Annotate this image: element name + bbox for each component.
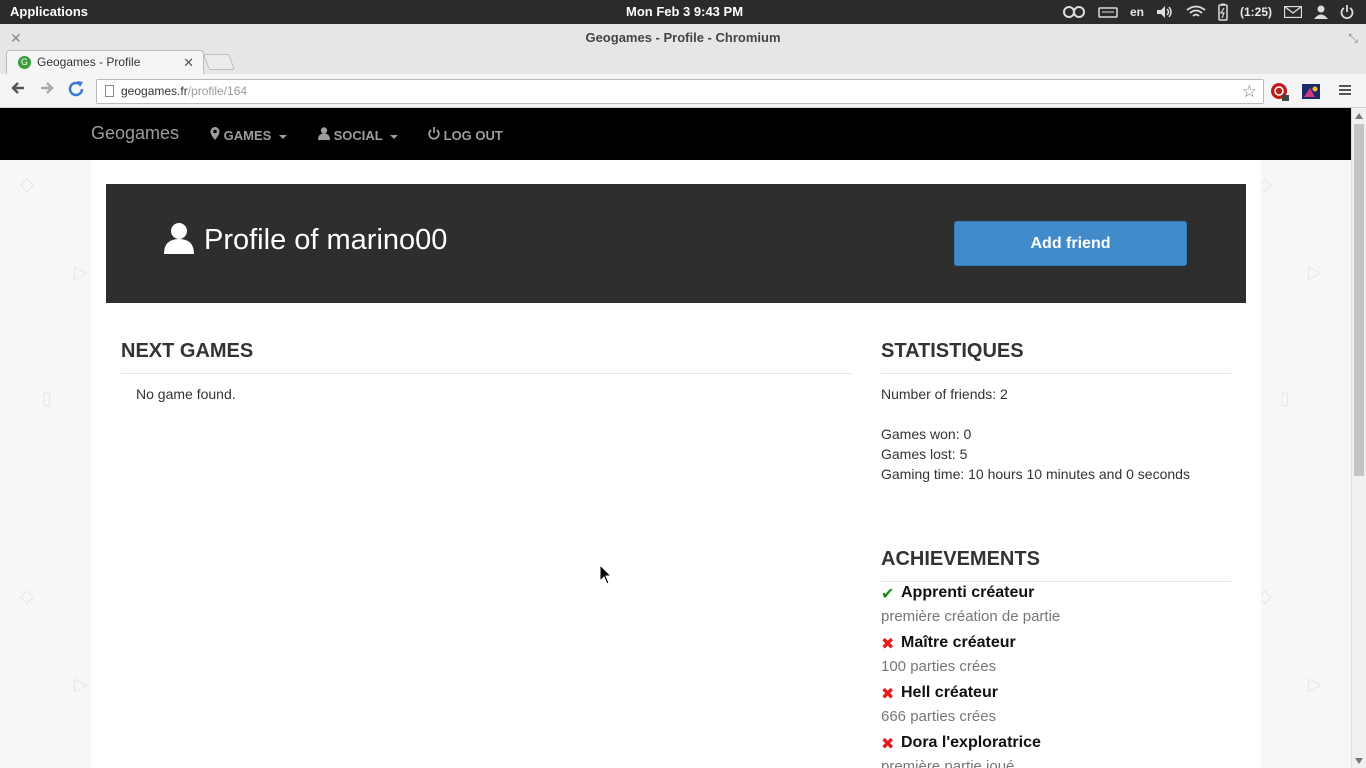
next-games-heading: NEXT GAMES — [121, 340, 254, 362]
nav-games[interactable]: GAMES — [210, 127, 287, 143]
mail-icon[interactable] — [1284, 0, 1302, 24]
battery-time[interactable]: (1:25) — [1240, 0, 1272, 24]
page-viewport: ◇ ▷ ▯ ◇ ▷ ◇ ▷ ▯ ◇ ▷ Geogames GAMES SOCIA… — [0, 108, 1351, 768]
divider — [121, 373, 851, 374]
games-won: Games won: 0 — [881, 426, 972, 442]
scroll-up-icon[interactable] — [1355, 113, 1363, 119]
window-close-icon[interactable]: ✕ — [10, 24, 22, 52]
achievement-desc: 100 parties crées — [881, 658, 997, 675]
bookmark-star-icon[interactable]: ☆ — [1242, 80, 1257, 103]
nav-social[interactable]: SOCIAL — [318, 127, 399, 143]
nav-social-label: SOCIAL — [333, 128, 383, 143]
achievement-item: ✖ Dora l'exploratrice — [881, 734, 1041, 753]
url-path: /profile/164 — [187, 84, 248, 98]
chrome-menu-icon[interactable] — [1337, 82, 1357, 102]
nav-games-label: GAMES — [223, 128, 272, 143]
achievement-name: Apprenti créateur — [901, 584, 1035, 601]
page-scrollbar[interactable] — [1351, 108, 1366, 768]
achievement-desc: 666 parties crées — [881, 708, 997, 725]
achievement-name: Dora l'exploratrice — [901, 734, 1041, 751]
tab-close-icon[interactable]: ✕ — [183, 51, 194, 74]
geogames-favicon-icon: G — [18, 56, 31, 69]
stats-heading: STATISTIQUES — [881, 340, 1024, 362]
os-top-panel: Applications Mon Feb 3 9:43 PM en (1:25) — [0, 0, 1366, 24]
nav-logout[interactable]: LOG OUT — [428, 127, 503, 143]
cross-icon: ✖ — [881, 736, 895, 753]
add-friend-button[interactable]: Add friend — [954, 221, 1187, 266]
tab-geogames-profile[interactable]: G Geogames - Profile ✕ — [6, 50, 204, 74]
profile-banner: Profile of marino00 Add friend — [106, 184, 1246, 303]
extension-icon[interactable] — [1301, 82, 1321, 102]
new-tab-button[interactable] — [203, 54, 235, 70]
system-tray: en (1:25) — [1062, 0, 1366, 24]
browser-toolbar: geogames.fr/profile/164 ☆ — [0, 74, 1366, 108]
background-rect-icon: ▯ — [1280, 388, 1290, 408]
nav-logout-label: LOG OUT — [443, 128, 503, 143]
window-restore-icon[interactable]: ⤡ — [1348, 24, 1358, 52]
address-bar[interactable]: geogames.fr/profile/164 ☆ — [96, 79, 1264, 104]
background-triangle-icon: ▷ — [1308, 262, 1322, 282]
friends-count: Number of friends: 2 — [881, 386, 1008, 402]
caret-down-icon — [390, 134, 399, 139]
back-button[interactable] — [7, 80, 29, 102]
map-marker-icon — [210, 127, 220, 140]
page-icon — [105, 85, 114, 97]
keyboard-icon[interactable] — [1098, 0, 1118, 24]
tab-strip: G Geogames - Profile ✕ — [0, 50, 1366, 74]
scrollbar-thumb[interactable] — [1354, 124, 1364, 476]
battery-icon[interactable] — [1218, 0, 1228, 24]
user-icon — [318, 127, 330, 140]
gaming-time: Gaming time: 10 hours 10 minutes and 0 s… — [881, 466, 1190, 482]
scroll-down-icon[interactable] — [1355, 758, 1363, 764]
achievement-item: ✔ Apprenti créateur — [881, 584, 1035, 603]
site-navbar: Geogames GAMES SOCIAL LOG OUT — [0, 108, 1351, 160]
main-container: Profile of marino00 Add friend NEXT GAME… — [91, 160, 1261, 768]
achievement-item: ✖ Maître créateur — [881, 634, 1016, 653]
divider — [881, 373, 1231, 374]
user-icon — [164, 222, 194, 254]
applications-menu[interactable]: Applications — [10, 4, 88, 19]
power-icon — [428, 127, 440, 140]
power-icon[interactable] — [1340, 0, 1354, 24]
background-triangle-icon: ▷ — [74, 262, 88, 282]
background-triangle-icon: ▷ — [1308, 674, 1322, 694]
cross-icon: ✖ — [881, 636, 895, 653]
achievement-name: Maître créateur — [901, 634, 1016, 651]
background-diamond-icon: ◇ — [20, 174, 34, 194]
page-title: Profile of marino00 — [204, 224, 448, 256]
window-title: Geogames - Profile - Chromium — [585, 30, 781, 45]
wifi-icon[interactable] — [1186, 0, 1206, 24]
achievement-name: Hell créateur — [901, 684, 998, 701]
clock[interactable]: Mon Feb 3 9:43 PM — [626, 4, 743, 19]
achievement-desc: première partie joué — [881, 758, 1015, 768]
check-icon: ✔ — [881, 586, 895, 603]
mouse-cursor-icon — [600, 565, 612, 585]
divider — [881, 581, 1231, 582]
url-host: geogames.fr — [121, 84, 188, 98]
no-game-text: No game found. — [136, 386, 236, 402]
background-triangle-icon: ▷ — [74, 674, 88, 694]
reload-button[interactable] — [65, 80, 87, 102]
achievements-heading: ACHIEVEMENTS — [881, 548, 1040, 570]
tab-title: Geogames - Profile — [37, 55, 141, 69]
achievement-item: ✖ Hell créateur — [881, 684, 998, 703]
achievement-desc: première création de partie — [881, 608, 1061, 625]
volume-icon[interactable] — [1156, 0, 1174, 24]
background-diamond-icon: ◇ — [20, 586, 34, 606]
keyboard-layout[interactable]: en — [1130, 0, 1144, 24]
games-lost: Games lost: 5 — [881, 446, 968, 462]
adblock-extension-icon[interactable] — [1270, 82, 1290, 102]
caret-down-icon — [278, 134, 287, 139]
cross-icon: ✖ — [881, 686, 895, 703]
user-icon[interactable] — [1314, 0, 1328, 24]
window-titlebar: ✕ Geogames - Profile - Chromium ⤡ — [0, 24, 1366, 50]
background-rect-icon: ▯ — [42, 388, 52, 408]
accessibility-icon[interactable] — [1062, 0, 1086, 24]
site-brand[interactable]: Geogames — [91, 123, 179, 144]
forward-button[interactable] — [36, 80, 58, 102]
